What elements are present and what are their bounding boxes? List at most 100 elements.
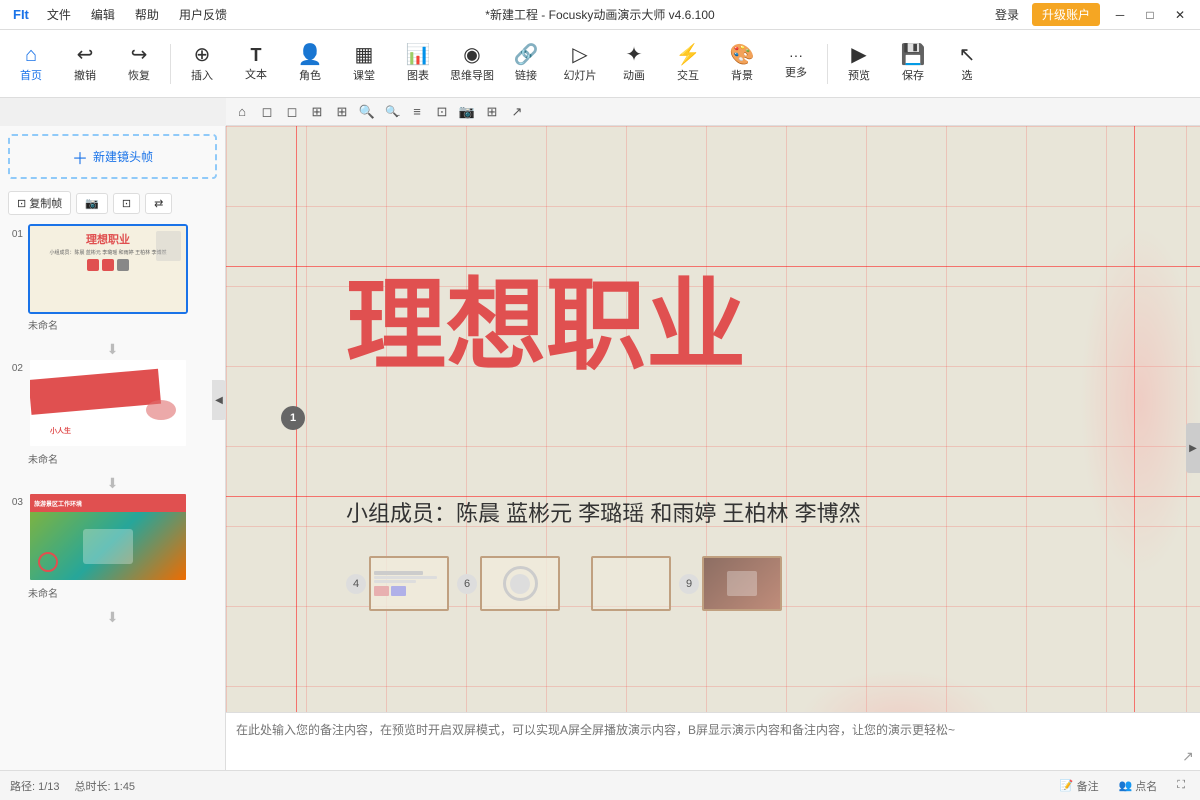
app-logo: FIt (5, 7, 37, 22)
copy-frame-button[interactable]: ⊡ 复制帧 (8, 191, 71, 215)
slide-label-3: 未命名 (28, 585, 220, 600)
canvas-frame-btn1[interactable]: ◻ (256, 101, 278, 123)
toolbar-class[interactable]: ▦ 课堂 (338, 34, 390, 94)
menu-help[interactable]: 帮助 (125, 0, 169, 30)
toolbar-redo-label: 恢复 (128, 67, 150, 83)
drag-handle-1[interactable]: ⬇ (5, 340, 220, 358)
mini-frame-box-4[interactable] (369, 556, 449, 611)
toolbar-animation[interactable]: ✦ 动画 (608, 34, 660, 94)
main-area: ＋ 新建镜头帧 ⊡ 复制帧 📷 ⊡ ⇄ 01 (0, 126, 1200, 770)
mini-frame-6[interactable]: 6 (457, 556, 560, 611)
toolbar-more[interactable]: ··· 更多 (770, 34, 822, 94)
canvas-frame-btn2[interactable]: ◻ (281, 101, 303, 123)
toolbar-redo[interactable]: ↪ 恢复 (113, 34, 165, 94)
canvas-area[interactable]: 1 理想职业 小组成员：陈晨 蓝彬元 李璐瑶 和雨婷 王柏林 李博然 4 (226, 126, 1200, 770)
slide-thumb-2[interactable]: 小人生 (28, 358, 188, 448)
toolbar-undo[interactable]: ↩ 撤销 (59, 34, 111, 94)
toolbar-link[interactable]: 🔗 链接 (500, 34, 552, 94)
guide-vertical-1 (296, 126, 297, 770)
redo-icon: ↪ (131, 45, 148, 65)
toolbar-preview[interactable]: ▶ 预览 (833, 34, 885, 94)
canvas-camera-btn[interactable]: 📷 (456, 101, 478, 123)
slide-thumb-3[interactable]: 旅游景区工作环境 (28, 492, 188, 582)
canvas-fit-btn[interactable]: ⊡ (431, 101, 453, 123)
drag-handle-2[interactable]: ⬇ (5, 474, 220, 492)
canvas-align-btn[interactable]: ≡ (406, 101, 428, 123)
preview-icon: ▶ (851, 45, 866, 65)
right-collapse-button[interactable]: ▶ (1186, 423, 1200, 473)
canvas-home-btn[interactable]: ⌂ (231, 101, 253, 123)
new-frame-button[interactable]: ＋ 新建镜头帧 (8, 134, 217, 179)
maximize-button[interactable]: □ (1135, 0, 1165, 30)
toolbar-select[interactable]: ↖ 选 (941, 34, 993, 94)
mini-frame-4[interactable]: 4 (346, 556, 449, 611)
sidebar-collapse-button[interactable]: ◀ (212, 380, 226, 420)
guide-horizontal-1 (226, 266, 1200, 267)
note-button[interactable]: 📝 备注 (1055, 776, 1104, 796)
grid-overlay (226, 126, 1200, 770)
fit-button[interactable]: ⊡ (113, 193, 140, 214)
bg-icon: 🎨 (730, 45, 755, 65)
toolbar-save[interactable]: 💾 保存 (887, 34, 939, 94)
toolbar-home[interactable]: ⌂ 首页 (5, 34, 57, 94)
toolbar-mindmap[interactable]: ◉ 思维导图 (446, 34, 498, 94)
slide-item-3: 03 旅游景区工作环境 未命名 (5, 492, 220, 600)
canvas-lock-btn[interactable]: ⊞ (481, 101, 503, 123)
mini-frame-box-empty[interactable] (591, 556, 671, 611)
toolbar-insert[interactable]: ⊕ 插入 (176, 34, 228, 94)
mini-frame-empty[interactable]: x (568, 556, 671, 611)
note-icon: 📝 (1060, 779, 1074, 792)
arrange-button[interactable]: ⇄ (145, 193, 172, 214)
save-icon: 💾 (901, 45, 926, 65)
text-icon: T (251, 46, 262, 64)
mini-frame-9[interactable]: 9 (679, 556, 782, 611)
toolbar-interact[interactable]: ⚡ 交互 (662, 34, 714, 94)
drag-handle-3[interactable]: ⬇ (5, 608, 220, 626)
point-button[interactable]: 👥 点名 (1114, 776, 1163, 796)
toolbar-more-label: 更多 (785, 64, 807, 80)
slide-thumb-1[interactable]: 理想职业 小组成员：陈晨 蓝彬元 李璐瑶 和雨婷 王柏林 李博然 (28, 224, 188, 314)
mini-frame-box-9[interactable] (702, 556, 782, 611)
slide-label-2: 未命名 (28, 451, 220, 466)
login-button[interactable]: 登录 (987, 4, 1027, 25)
canvas-main-title[interactable]: 理想职业 (346, 276, 1080, 376)
toolbar-role[interactable]: 👤 角色 (284, 34, 336, 94)
sidebar: ＋ 新建镜头帧 ⊡ 复制帧 📷 ⊡ ⇄ 01 (0, 126, 226, 770)
toolbar-link-label: 链接 (515, 67, 537, 83)
note-textarea[interactable] (226, 713, 1176, 770)
frame-badge-wrapper: 1 (281, 406, 305, 430)
slide-label-1: 未命名 (28, 317, 220, 332)
menu-file[interactable]: 文件 (37, 0, 81, 30)
toolbar-insert-label: 插入 (191, 67, 213, 83)
role-icon: 👤 (298, 45, 323, 65)
insert-icon: ⊕ (194, 45, 211, 65)
toolbar-chart[interactable]: 📊 图表 (392, 34, 444, 94)
slide-icon: ▷ (572, 45, 587, 65)
menu-edit[interactable]: 编辑 (81, 0, 125, 30)
toolbar-role-label: 角色 (299, 67, 321, 83)
link-icon: 🔗 (514, 45, 539, 65)
toolbar-preview-label: 预览 (848, 67, 870, 83)
canvas-zoom-in-btn[interactable]: 🔍 (356, 101, 378, 123)
note-expand-button[interactable]: ↗ (1176, 713, 1200, 770)
mini-frame-badge-4: 4 (346, 574, 366, 594)
minimize-button[interactable]: ─ (1105, 0, 1135, 30)
note-bar: ↗ (226, 712, 1200, 770)
fullscreen-button[interactable]: ⛶ (1172, 777, 1190, 794)
toolbar-bg[interactable]: 🎨 背景 (716, 34, 768, 94)
canvas-zoom-out-btn[interactable]: 🔍- (381, 101, 403, 123)
upgrade-button[interactable]: 升级账户 (1032, 3, 1100, 26)
chart-icon: 📊 (406, 45, 431, 65)
point-icon: 👥 (1119, 779, 1133, 792)
toolbar-text[interactable]: T 文本 (230, 34, 282, 94)
close-button[interactable]: ✕ (1165, 0, 1195, 30)
menu-feedback[interactable]: 用户反馈 (169, 0, 237, 30)
canvas-expand-btn[interactable]: ↗ (506, 101, 528, 123)
animation-icon: ✦ (626, 45, 643, 65)
canvas-grid-btn1[interactable]: ⊞ (306, 101, 328, 123)
canvas-grid-btn2[interactable]: ⊞ (331, 101, 353, 123)
toolbar-slide[interactable]: ▷ 幻灯片 (554, 34, 606, 94)
canvas-subtitle[interactable]: 小组成员：陈晨 蓝彬元 李璐瑶 和雨婷 王柏林 李博然 (346, 496, 861, 528)
mini-frame-box-6[interactable] (480, 556, 560, 611)
capture-button[interactable]: 📷 (76, 193, 108, 214)
